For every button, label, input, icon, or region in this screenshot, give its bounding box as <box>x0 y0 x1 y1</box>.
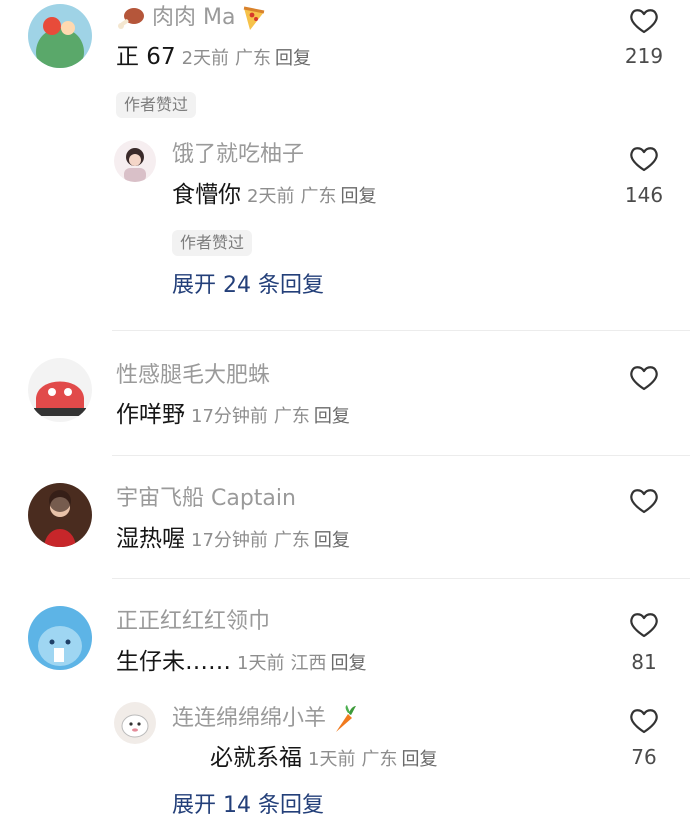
comment-time: 2天前 <box>181 48 230 69</box>
comment-text-row: 正 67 2天前 广东 回复 <box>116 46 311 69</box>
comment-time: 17分钟前 <box>191 530 268 551</box>
divider <box>112 578 690 579</box>
comment-region: 广东 <box>273 406 310 427</box>
heart-outline-icon[interactable] <box>629 364 659 392</box>
author-liked-badge: 作者赞过 <box>116 92 197 118</box>
reply-button[interactable]: 回复 <box>275 48 311 69</box>
reply-time: 2天前 <box>247 186 295 207</box>
reply-region: 广东 <box>361 749 398 770</box>
reply-author-name: 连连绵绵绵小羊 <box>172 706 327 731</box>
reply-time: 1天前 <box>308 749 356 770</box>
comment-text-row: 湿热喔 17分钟前 广东 回复 <box>116 528 350 551</box>
author-name: 肉肉 Ma <box>152 5 236 30</box>
comment-author[interactable]: 肉肉 Ma <box>116 4 267 32</box>
reply-button[interactable]: 回复 <box>330 653 366 674</box>
reply-button[interactable]: 回复 <box>340 186 376 207</box>
comment-time: 1天前 <box>237 653 285 674</box>
comment-author[interactable]: 性感腿毛大肥蛛 <box>116 365 270 387</box>
heart-outline-icon[interactable] <box>629 707 659 735</box>
comment-region: 江西 <box>290 653 327 674</box>
comment-text-row: 作咩野 17分钟前 广东 回复 <box>116 404 350 427</box>
comment-text-row: 生仔未…… 1天前 江西 回复 <box>116 651 366 674</box>
comment-region: 广东 <box>273 530 310 551</box>
like-count: 76 <box>631 745 657 769</box>
reply-button[interactable]: 回复 <box>314 406 350 427</box>
avatar[interactable] <box>28 483 92 547</box>
avatar[interactable] <box>28 4 92 68</box>
heart-outline-icon[interactable] <box>629 611 659 639</box>
expand-replies-button[interactable]: 展开 24 条回复 <box>172 275 324 297</box>
reply-button[interactable]: 回复 <box>401 749 437 770</box>
expand-replies-button[interactable]: 展开 14 条回复 <box>172 795 324 817</box>
comment-text: 湿热喔 <box>116 526 185 552</box>
avatar[interactable] <box>114 702 156 744</box>
carrot-emoji <box>336 705 357 732</box>
like-count: 146 <box>624 183 664 207</box>
reply-author[interactable]: 饿了就吃柚子 <box>172 144 304 166</box>
comment-author[interactable]: 宇宙飞船 Captain <box>116 488 296 510</box>
avatar[interactable] <box>114 140 156 182</box>
comment-author[interactable]: 正正红红红领巾 <box>116 611 270 633</box>
like-count: 219 <box>624 44 664 68</box>
comment-time: 17分钟前 <box>191 406 268 427</box>
author-liked-badge: 作者赞过 <box>172 230 253 256</box>
pizza-emoji <box>244 6 265 30</box>
comment-text: 生仔未…… <box>116 649 231 675</box>
reply-text-row: 食懵你 2天前 广东 回复 <box>172 184 376 207</box>
avatar[interactable] <box>28 606 92 670</box>
divider <box>112 455 690 456</box>
heart-outline-icon[interactable] <box>629 7 659 35</box>
reply-text-row: 必就系福 1天前 广东 回复 <box>210 747 437 770</box>
comment-region: 广东 <box>235 48 272 69</box>
like-count: 81 <box>631 650 657 674</box>
reply-region: 广东 <box>300 186 337 207</box>
avatar[interactable] <box>28 358 92 422</box>
divider <box>112 330 690 331</box>
reply-text: 必就系福 <box>210 745 302 771</box>
heart-outline-icon[interactable] <box>629 487 659 515</box>
reply-button[interactable]: 回复 <box>314 530 350 551</box>
comment-text: 正 67 <box>116 44 176 70</box>
comment-text: 作咩野 <box>116 402 185 428</box>
heart-outline-icon[interactable] <box>629 145 659 173</box>
reply-author[interactable]: 连连绵绵绵小羊 <box>172 704 358 734</box>
reply-text: 食懵你 <box>172 182 241 208</box>
meat-on-bone-emoji <box>118 8 144 29</box>
